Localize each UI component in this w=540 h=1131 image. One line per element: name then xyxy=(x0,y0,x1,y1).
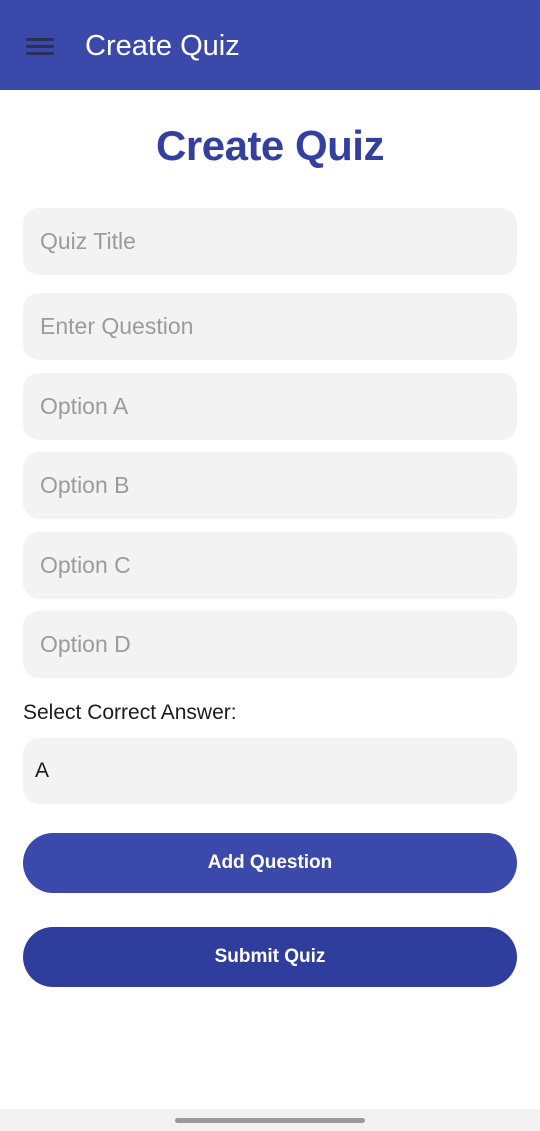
app-bar-title: Create Quiz xyxy=(85,30,240,62)
option-b-input[interactable] xyxy=(40,472,500,499)
submit-quiz-button-label: Submit Quiz xyxy=(214,946,326,967)
app-bar: Create Quiz xyxy=(0,0,540,90)
option-b-field-container xyxy=(23,452,517,519)
question-input[interactable] xyxy=(40,313,500,340)
menu-icon-line xyxy=(26,52,54,55)
menu-icon-line xyxy=(26,45,54,48)
quiz-title-input[interactable] xyxy=(40,228,500,255)
submit-quiz-button[interactable]: Submit Quiz xyxy=(23,927,517,987)
option-c-input[interactable] xyxy=(40,552,500,579)
correct-answer-label: Select Correct Answer: xyxy=(23,701,237,724)
page-title: Create Quiz xyxy=(156,122,384,169)
correct-answer-selected-value: A xyxy=(35,759,50,782)
menu-icon-line xyxy=(26,38,54,41)
question-field-container xyxy=(23,293,517,360)
quiz-title-field-container xyxy=(23,208,517,275)
add-question-button-label: Add Question xyxy=(207,852,333,873)
hamburger-menu-icon[interactable] xyxy=(26,36,54,56)
option-d-input[interactable] xyxy=(40,631,500,658)
option-c-field-container xyxy=(23,532,517,599)
add-question-button[interactable]: Add Question xyxy=(23,833,517,893)
system-navigation-bar xyxy=(0,1109,540,1131)
correct-answer-select[interactable]: A xyxy=(23,738,517,804)
option-a-field-container xyxy=(23,373,517,440)
option-a-input[interactable] xyxy=(40,393,500,420)
option-d-field-container xyxy=(23,611,517,678)
gesture-handle[interactable] xyxy=(175,1118,365,1123)
